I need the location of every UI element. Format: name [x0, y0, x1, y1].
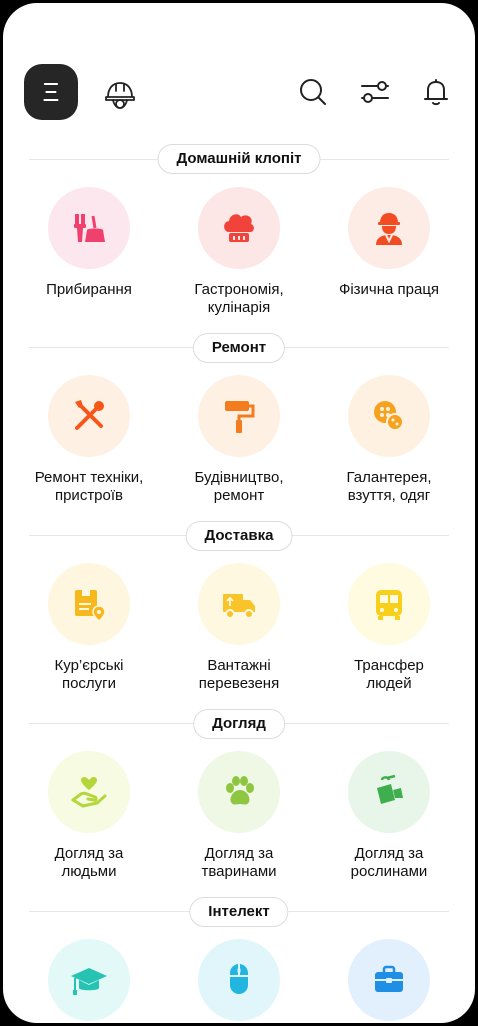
category-label: Ремонт техніки, пристроїв: [34, 469, 144, 504]
icon-circle: [48, 375, 130, 457]
cleaning-icon: [74, 214, 105, 242]
button-icon: [374, 401, 404, 431]
category-label: Трансфер людей: [354, 657, 424, 692]
hamburger-menu-icon: Ξ: [42, 76, 60, 107]
category-care-animals[interactable]: Догляд за тваринами: [164, 751, 314, 881]
icon-circle: [348, 563, 430, 645]
category-gastronomy[interactable]: Гастрономія, кулінарія: [164, 187, 314, 317]
category-computers[interactable]: [164, 939, 314, 1021]
category-physical-labor[interactable]: Фізична праця: [314, 187, 464, 299]
category-label: Кур’єрські послуги: [54, 657, 124, 692]
top-bar: Ξ: [3, 3, 475, 123]
tools-icon: [75, 400, 104, 430]
category-education[interactable]: [14, 939, 164, 1021]
category-label: Гастрономія, кулінарія: [194, 281, 284, 316]
category-label: Догляд за тваринами: [201, 845, 277, 880]
category-label: Галантерея, взуття, одяг: [346, 469, 432, 504]
graduation-cap-icon: [71, 968, 107, 995]
section-title-household: Домашній клопіт: [157, 144, 321, 174]
menu-button[interactable]: Ξ: [24, 64, 78, 120]
category-transfer[interactable]: Трансфер людей: [314, 563, 464, 693]
category-label: Догляд за рослинами: [350, 845, 428, 880]
category-device-repair[interactable]: Ремонт техніки, пристроїв: [14, 375, 164, 505]
category-cleaning[interactable]: Прибирання: [14, 187, 164, 299]
icon-circle: [348, 751, 430, 833]
filter-icon[interactable]: [360, 77, 390, 107]
category-construction[interactable]: Будівництво, ремонт: [164, 375, 314, 505]
category-care-people[interactable]: Догляд за людьми: [14, 751, 164, 881]
hand-heart-icon: [71, 776, 107, 808]
bus-icon: [376, 590, 402, 620]
category-label: Догляд за людьми: [54, 845, 124, 880]
category-haberdashery[interactable]: Галантерея, взуття, одяг: [314, 375, 464, 505]
category-label: Фізична праця: [338, 281, 440, 298]
category-label: Будівництво, ремонт: [194, 469, 284, 504]
bell-icon[interactable]: [421, 77, 451, 107]
section-title-care: Догляд: [193, 709, 285, 739]
paw-icon: [226, 776, 254, 805]
icon-circle: [348, 375, 430, 457]
category-label: Прибирання: [46, 281, 132, 298]
icon-circle: [348, 187, 430, 269]
section-title-delivery: Доставка: [185, 521, 293, 551]
mouse-icon: [230, 964, 248, 994]
icon-circle: [198, 563, 280, 645]
icon-circle: [198, 187, 280, 269]
truck-icon: [223, 594, 255, 619]
icon-circle: [48, 563, 130, 645]
chef-hat-icon: [224, 214, 254, 242]
paint-roller-icon: [225, 401, 255, 433]
courier-package-icon: [75, 590, 106, 622]
icon-circle: [348, 939, 430, 1021]
category-label: Вантажні перевезеня: [198, 657, 280, 692]
worker-icon: [376, 213, 402, 245]
section-title-repair: Ремонт: [192, 333, 286, 363]
category-cargo[interactable]: Вантажні перевезеня: [164, 563, 314, 693]
category-courier[interactable]: Кур’єрські послуги: [14, 563, 164, 693]
worker-helmet-icon[interactable]: [103, 77, 137, 111]
icon-circle: [198, 751, 280, 833]
icon-circle: [198, 939, 280, 1021]
screen: Ξ Домашній клопіт Прибирання Гастрономія…: [3, 3, 475, 1023]
watering-can-icon: [377, 774, 403, 804]
icon-circle: [198, 375, 280, 457]
icon-circle: [48, 751, 130, 833]
category-care-plants[interactable]: Догляд за рослинами: [314, 751, 464, 881]
icon-circle: [48, 187, 130, 269]
briefcase-icon: [375, 965, 403, 992]
section-title-intellect: Інтелект: [189, 897, 289, 927]
category-business[interactable]: [314, 939, 464, 1021]
search-icon[interactable]: [298, 77, 328, 107]
phone-frame: Ξ Домашній клопіт Прибирання Гастрономія…: [0, 0, 478, 1026]
icon-circle: [48, 939, 130, 1021]
